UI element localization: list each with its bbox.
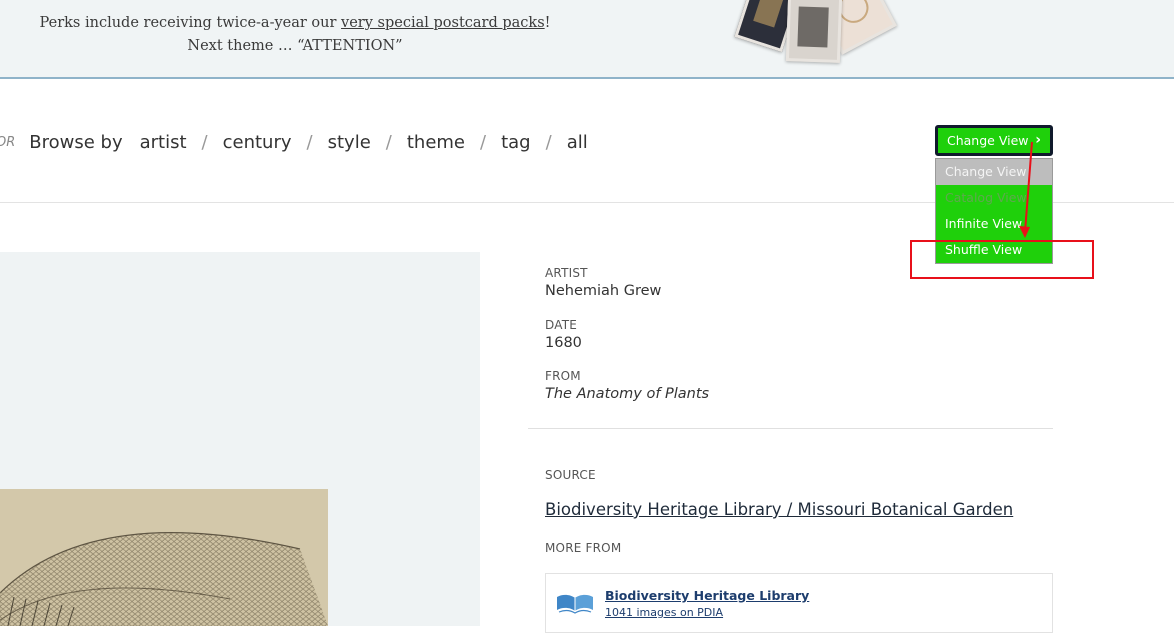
browse-style-link[interactable]: style [321, 132, 378, 153]
postcard-images [734, 0, 897, 63]
date-block: DATE 1680 [545, 318, 582, 351]
artwork-image[interactable] [0, 489, 328, 626]
postcard-image [785, 0, 843, 63]
support-banner: Perks include receiving twice-a-year our… [0, 0, 1174, 79]
browse-tag-link[interactable]: tag [494, 132, 538, 153]
separator: / [385, 131, 392, 153]
divider [528, 428, 1053, 429]
source-label: SOURCE [545, 468, 596, 482]
from-label: FROM [545, 369, 581, 383]
banner-line1-suffix: ! [544, 15, 551, 31]
postcard-packs-link[interactable]: very special postcard packs [341, 15, 545, 31]
from-value: The Anatomy of Plants [545, 386, 710, 402]
browse-century-link[interactable]: century [216, 132, 299, 153]
separator: / [480, 131, 487, 153]
artist-label: ARTIST [545, 266, 588, 280]
next-theme-text: Next theme … “ATTENTION” [187, 38, 403, 54]
banner-line1-prefix: Perks include receiving twice-a-year our [39, 15, 342, 31]
more-from-count-link[interactable]: 1041 images on PDIA [605, 606, 723, 619]
artwork-panel [0, 252, 480, 626]
open-book-icon [557, 594, 593, 614]
browse-theme-link[interactable]: theme [400, 132, 472, 153]
more-from-label: MORE FROM [545, 541, 622, 555]
separator: / [545, 131, 552, 153]
browse-artist-link[interactable]: artist [133, 132, 194, 153]
banner-text: Perks include receiving twice-a-year our… [30, 12, 560, 58]
browse-nav: OR Browse by artist / century / style / … [0, 128, 595, 156]
source-link[interactable]: Biodiversity Heritage Library / Missouri… [545, 500, 1013, 519]
more-from-card[interactable]: Biodiversity Heritage Library 1041 image… [545, 573, 1053, 633]
artist-block: ARTIST Nehemiah Grew [545, 266, 661, 299]
separator: / [306, 131, 313, 153]
source-block: SOURCE [545, 468, 596, 482]
browse-by-label: Browse by [29, 131, 123, 153]
or-label: OR [0, 134, 16, 150]
artist-value: Nehemiah Grew [545, 283, 662, 299]
date-label: DATE [545, 318, 578, 332]
annotation-highlight-box [910, 240, 1094, 279]
more-from-title-link[interactable]: Biodiversity Heritage Library [605, 588, 809, 603]
more-from-block: MORE FROM [545, 541, 621, 555]
browse-all-link[interactable]: all [560, 132, 595, 153]
date-value: 1680 [545, 335, 582, 351]
separator: / [201, 131, 208, 153]
annotation-arrow-icon [1019, 141, 1033, 238]
from-block: FROM The Anatomy of Plants [545, 369, 709, 402]
